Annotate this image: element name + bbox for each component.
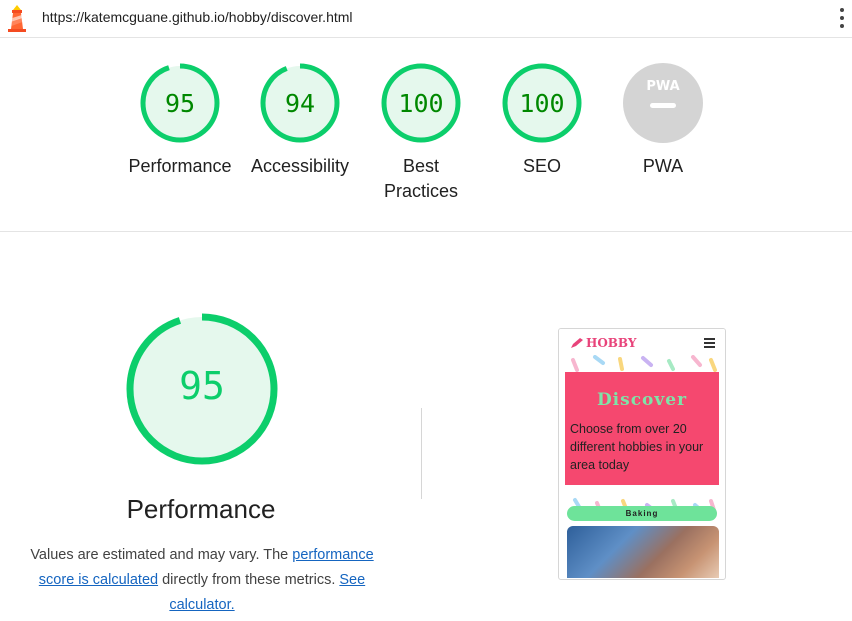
- gauge-ring: 100: [502, 63, 582, 143]
- gauge-accessibility[interactable]: 94 Accessibility: [245, 62, 355, 179]
- gauge-ring: 94: [260, 63, 340, 143]
- gauge-performance[interactable]: 95 Performance: [125, 62, 235, 179]
- thumb-hero: Discover Choose from over 20 different h…: [565, 372, 719, 485]
- thumb-baking-button: Baking: [567, 506, 717, 521]
- thumb-navbar: HOBBY: [559, 329, 725, 355]
- gauge-score: 94: [285, 89, 315, 118]
- gauge-ring: 100: [381, 63, 461, 143]
- performance-title: Performance: [126, 494, 276, 524]
- hamburger-menu-icon: [704, 338, 715, 350]
- gauge-pwa[interactable]: PWA PWA: [608, 62, 718, 179]
- thumb-photo: [567, 526, 719, 578]
- divider: [421, 408, 422, 499]
- gauge-score: 95: [165, 89, 195, 118]
- url-bar: https://katemcguane.github.io/hobby/disc…: [0, 0, 852, 38]
- gauge-score: 100: [398, 89, 443, 118]
- desc-text: Values are estimated and may vary. The: [30, 547, 293, 563]
- thumb-brand: HOBBY: [586, 336, 637, 350]
- performance-description: Values are estimated and may vary. The p…: [20, 543, 384, 618]
- page-url[interactable]: https://katemcguane.github.io/hobby/disc…: [42, 9, 353, 25]
- gauge-best-practices[interactable]: 100 Best Practices: [366, 62, 476, 204]
- gauge-label: Performance: [128, 156, 232, 176]
- more-options-icon[interactable]: [838, 8, 846, 30]
- gauge-seo[interactable]: 100 SEO: [487, 62, 597, 179]
- gauge-ring: 95: [140, 63, 220, 143]
- final-screenshot-thumbnail[interactable]: HOBBY Discover Choose from over 20 diffe…: [558, 328, 726, 580]
- lighthouse-logo-icon: [8, 5, 26, 32]
- gauge-score: 100: [519, 89, 564, 118]
- gauge-label: Best Practices: [383, 156, 459, 201]
- performance-gauge-large: 95: [126, 313, 278, 465]
- gauge-label: Accessibility: [250, 156, 350, 176]
- score-gauges: 95 Performance 94 Accessibility 100 Best…: [0, 38, 852, 232]
- performance-score: 95: [179, 364, 225, 408]
- thumb-hero-text: Choose from over 20 different hobbies in…: [570, 422, 704, 472]
- gauge-label: SEO: [522, 156, 561, 176]
- pwa-badge-icon: PWA: [623, 63, 703, 143]
- pen-icon: [571, 338, 583, 348]
- thumb-hero-title: Discover: [596, 390, 688, 410]
- gauge-label: PWA: [642, 156, 684, 176]
- desc-text: directly from these metrics.: [158, 572, 340, 588]
- svg-text:PWA: PWA: [646, 79, 679, 94]
